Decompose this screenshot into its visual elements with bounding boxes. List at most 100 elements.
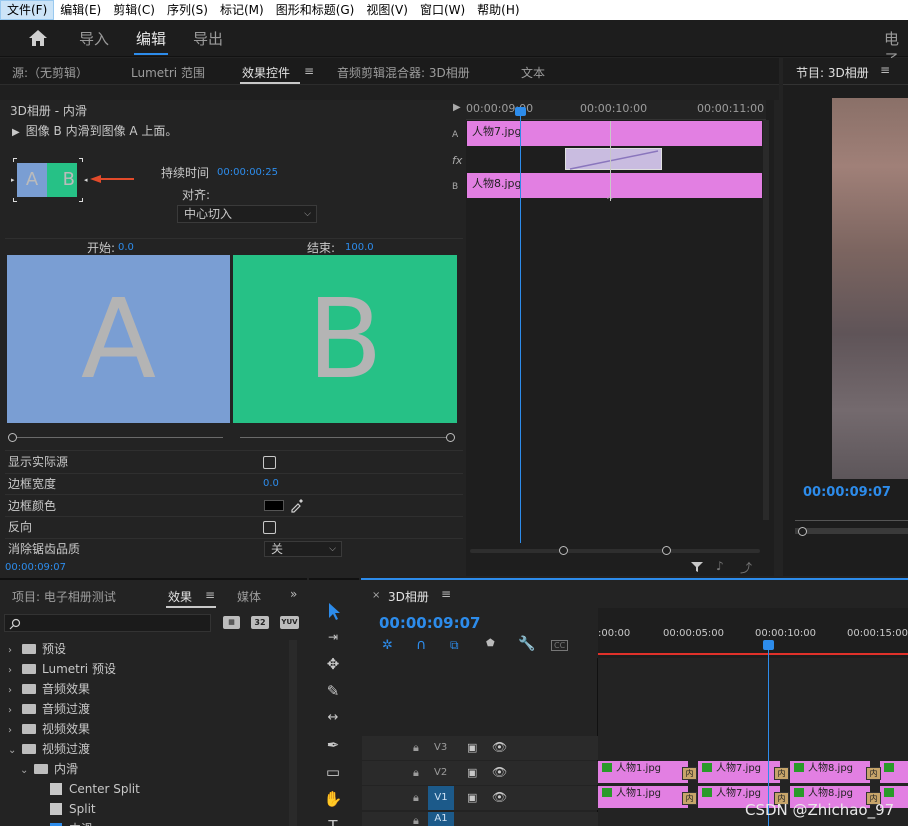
yuv-effects-icon[interactable]: YUV [280, 616, 299, 629]
lock-icon[interactable]: 🔒︎ [413, 791, 419, 805]
tree-item-video-effects[interactable]: › 视频效果 [8, 719, 90, 739]
edge-selector-w[interactable]: ▸ [11, 176, 15, 184]
v2-transition[interactable]: 内 [866, 767, 881, 780]
anchor-nw[interactable] [13, 158, 17, 162]
mini-playhead[interactable] [520, 110, 521, 543]
track-header-a1[interactable]: 🔒︎ A1 [362, 812, 598, 826]
start-slider-track[interactable] [15, 437, 223, 438]
end-value[interactable]: 100.0 [345, 242, 374, 253]
v1-clip-1[interactable]: 人物1.jpg [598, 786, 688, 808]
scrollbar-track[interactable] [763, 120, 769, 520]
tab-source[interactable]: 源:（无剪辑） [12, 64, 88, 81]
end-slider-handle[interactable] [446, 433, 455, 442]
menu-clip[interactable]: 剪辑(C) [107, 0, 161, 20]
accelerated-effects-icon[interactable]: ▦ [223, 616, 240, 629]
clip-a[interactable]: 人物7.jpg [467, 121, 762, 146]
v2-transition[interactable]: 内 [682, 767, 697, 780]
tree-item-center-split[interactable]: Center Split [50, 779, 140, 799]
anchor-se[interactable] [79, 198, 83, 202]
eye-icon[interactable]: 👁︎ [492, 740, 507, 754]
search-input[interactable] [4, 614, 211, 632]
zoom-handle-right[interactable] [662, 546, 671, 555]
menu-graphics[interactable]: 图形和标题(G) [270, 0, 361, 20]
lock-icon[interactable]: 🔒︎ [413, 766, 419, 780]
pen-tool-icon[interactable]: ✒ [322, 734, 344, 756]
tab-effect-controls[interactable]: 效果控件 [242, 64, 290, 81]
track-label-target[interactable]: A1 [428, 812, 454, 826]
border-width-value[interactable]: 0.0 [263, 478, 279, 489]
effect-controls-timecode[interactable]: 00:00:09:07 [5, 562, 66, 573]
nest-sequence-icon[interactable]: ✲ [382, 638, 393, 653]
panel-menu-icon[interactable]: ≡ [304, 64, 314, 78]
sync-lock-icon[interactable]: ▣ [467, 741, 477, 754]
clip-b[interactable]: 人物8.jpg [467, 173, 762, 198]
32bit-effects-icon[interactable]: 32 [251, 616, 269, 629]
tree-item-presets[interactable]: › 预设 [8, 639, 66, 659]
tree-item-lumetri-presets[interactable]: › Lumetri 预设 [8, 659, 116, 679]
panel-menu-icon[interactable]: ≡ [205, 588, 215, 602]
tree-item-slide[interactable]: ⌄ 内滑 [20, 759, 78, 779]
wrench-icon[interactable]: 🔧 [518, 636, 535, 652]
menu-help[interactable]: 帮助(H) [471, 0, 525, 20]
reverse-checkbox[interactable] [263, 521, 276, 534]
track-label-target[interactable]: V1 [428, 786, 454, 810]
antialias-dropdown[interactable]: 关 ⌵ [264, 541, 342, 557]
eye-icon[interactable]: 👁︎ [492, 790, 507, 804]
edge-selector-e[interactable]: ◂ [84, 176, 88, 184]
selection-tool-icon[interactable] [322, 600, 344, 622]
menu-view[interactable]: 视图(V) [360, 0, 414, 20]
zoom-scrollbar[interactable] [470, 549, 760, 553]
tab-audio-clip-mixer[interactable]: 音频剪辑混合器: 3D相册 [337, 64, 470, 81]
menu-file[interactable]: 文件(F) [0, 0, 55, 20]
v2-clip-3[interactable]: 人物8.jpg [790, 761, 870, 783]
add-marker-icon[interactable]: ⬟ [486, 638, 495, 649]
tab-export[interactable]: 导出 [193, 28, 223, 49]
tree-item-audio-transitions[interactable]: › 音频过渡 [8, 699, 90, 719]
lock-icon[interactable]: 🔒︎ [413, 741, 419, 755]
end-slider-track[interactable] [240, 437, 450, 438]
play-icon[interactable]: ▶ [12, 127, 20, 138]
tab-edit[interactable]: 编辑 [136, 28, 166, 49]
v2-transition[interactable]: 内 [774, 767, 789, 780]
panel-menu-icon[interactable]: ≡ [441, 587, 451, 601]
ripple-edit-tool-icon[interactable]: ✥ [322, 653, 344, 675]
start-value[interactable]: 0.0 [118, 242, 134, 253]
tab-media[interactable]: 媒体 [237, 588, 261, 605]
eye-icon[interactable]: 👁︎ [492, 765, 507, 779]
show-source-checkbox[interactable] [263, 456, 276, 469]
v2-clip-1[interactable]: 人物1.jpg [598, 761, 688, 783]
linked-selection-icon[interactable]: ⧉ [450, 638, 459, 653]
tab-text[interactable]: 文本 [521, 64, 545, 81]
duration-value[interactable]: 00:00:00:25 [217, 167, 278, 178]
captions-icon[interactable]: CC [551, 640, 569, 651]
tab-effects[interactable]: 效果 [168, 588, 192, 605]
border-color-swatch[interactable] [264, 500, 284, 511]
sync-lock-icon[interactable]: ▣ [467, 766, 477, 779]
home-icon[interactable] [28, 29, 48, 47]
track-header-v2[interactable]: 🔒︎ V2 ▣ 👁︎ [362, 761, 598, 785]
filter-icon[interactable] [690, 561, 704, 573]
type-tool-icon[interactable]: T [322, 815, 344, 826]
v1-transition[interactable]: 内 [682, 792, 697, 805]
program-scrollbar[interactable] [795, 528, 908, 534]
transition-thumbnail[interactable]: A B ▸ ◂ [11, 154, 88, 204]
start-slider-handle[interactable] [8, 433, 17, 442]
snap-icon[interactable]: ∩ [416, 637, 426, 653]
tree-item-video-transitions[interactable]: ⌄ 视频过渡 [8, 739, 90, 759]
tab-project[interactable]: 项目: 电子相册测试 [12, 588, 116, 605]
timeline-playhead[interactable] [768, 646, 769, 826]
tree-item-audio-effects[interactable]: › 音频效果 [8, 679, 90, 699]
mini-playhead-handle[interactable] [515, 107, 526, 116]
tree-item-split[interactable]: Split [50, 799, 96, 819]
hand-tool-icon[interactable]: ✋ [322, 788, 344, 810]
track-select-tool-icon[interactable]: ⇥ [322, 626, 344, 648]
play-transition-icon[interactable]: ▶ [453, 102, 461, 113]
close-icon[interactable]: × [372, 590, 380, 601]
timeline-timecode[interactable]: 00:00:09:07 [379, 614, 481, 632]
tab-import[interactable]: 导入 [79, 28, 109, 49]
menu-sequence[interactable]: 序列(S) [161, 0, 214, 20]
menu-window[interactable]: 窗口(W) [414, 0, 471, 20]
overflow-icon[interactable]: » [290, 587, 297, 601]
lock-icon[interactable]: 🔒︎ [413, 814, 419, 826]
razor-tool-icon[interactable]: ✎ [322, 680, 344, 702]
